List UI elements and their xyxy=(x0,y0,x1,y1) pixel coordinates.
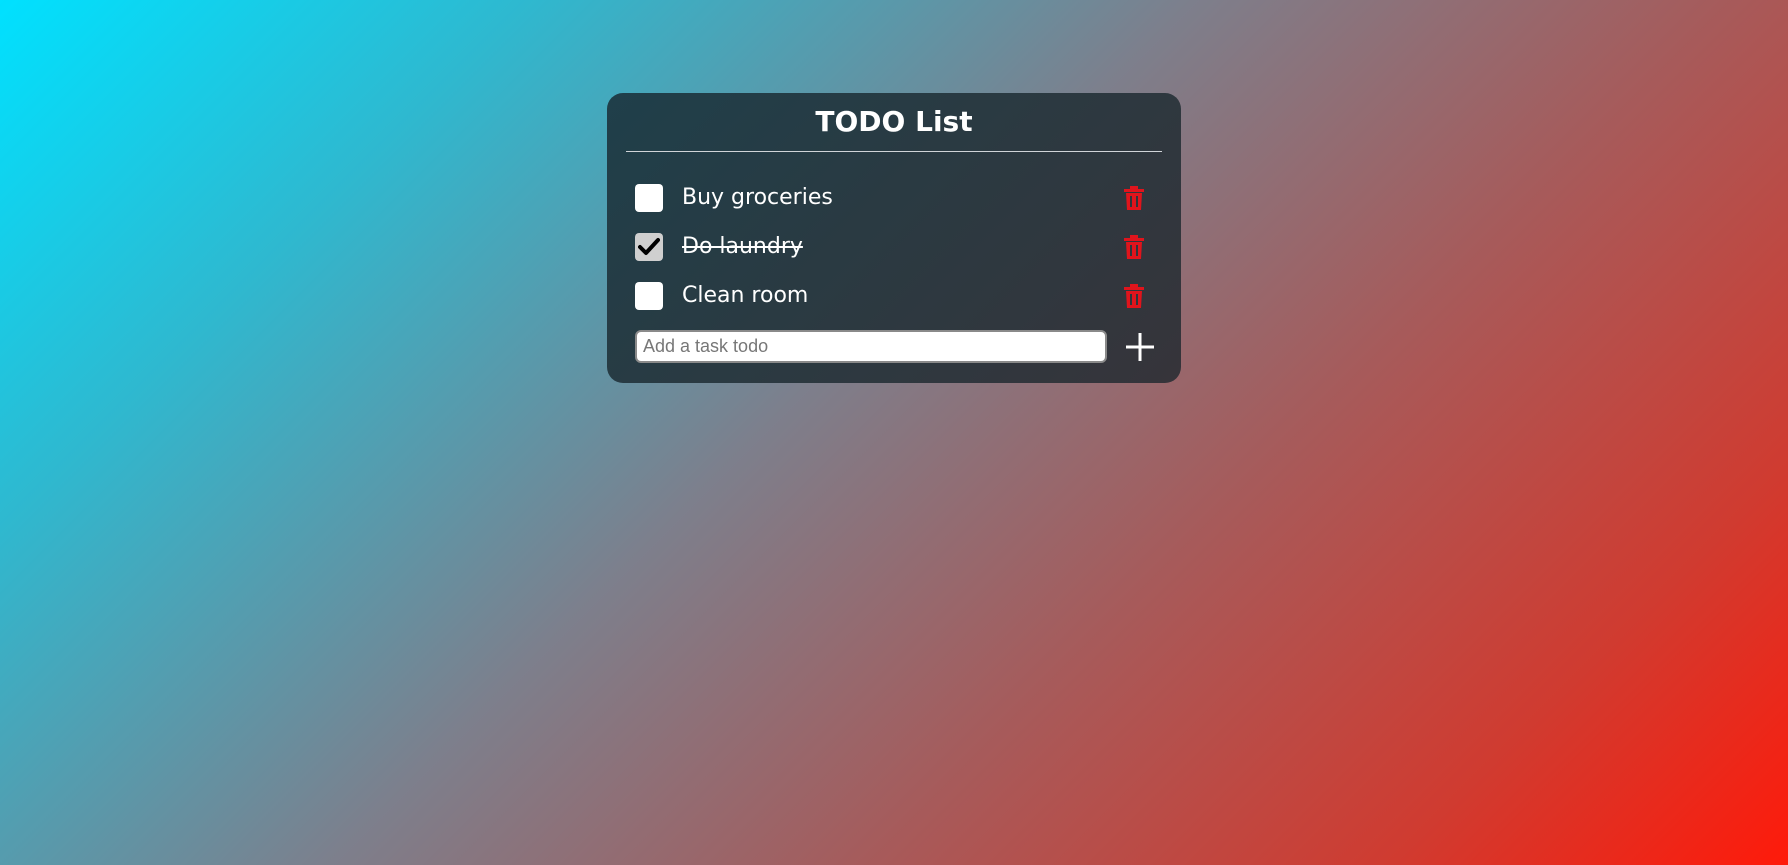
checkmark-icon xyxy=(638,238,660,255)
title-divider xyxy=(626,151,1162,152)
todo-label: Buy groceries xyxy=(682,185,833,210)
todo-label: Do laundry xyxy=(682,234,803,259)
trash-icon[interactable] xyxy=(1124,284,1144,308)
todo-card: TODO List Buy groceries Do laundry Clean… xyxy=(607,93,1181,383)
todo-item: Do laundry xyxy=(635,227,1155,267)
todo-item: Buy groceries xyxy=(635,178,1155,218)
todo-checkbox[interactable] xyxy=(635,282,663,310)
trash-icon[interactable] xyxy=(1124,186,1144,210)
plus-icon xyxy=(1126,333,1154,361)
add-task-input[interactable] xyxy=(635,330,1107,363)
trash-icon[interactable] xyxy=(1124,235,1144,259)
todo-checkbox[interactable] xyxy=(635,184,663,212)
add-task-button[interactable] xyxy=(1123,330,1157,364)
todo-checkbox[interactable] xyxy=(635,233,663,261)
todo-item: Clean room xyxy=(635,276,1155,316)
page-title: TODO List xyxy=(815,105,973,138)
todo-label: Clean room xyxy=(682,283,809,308)
